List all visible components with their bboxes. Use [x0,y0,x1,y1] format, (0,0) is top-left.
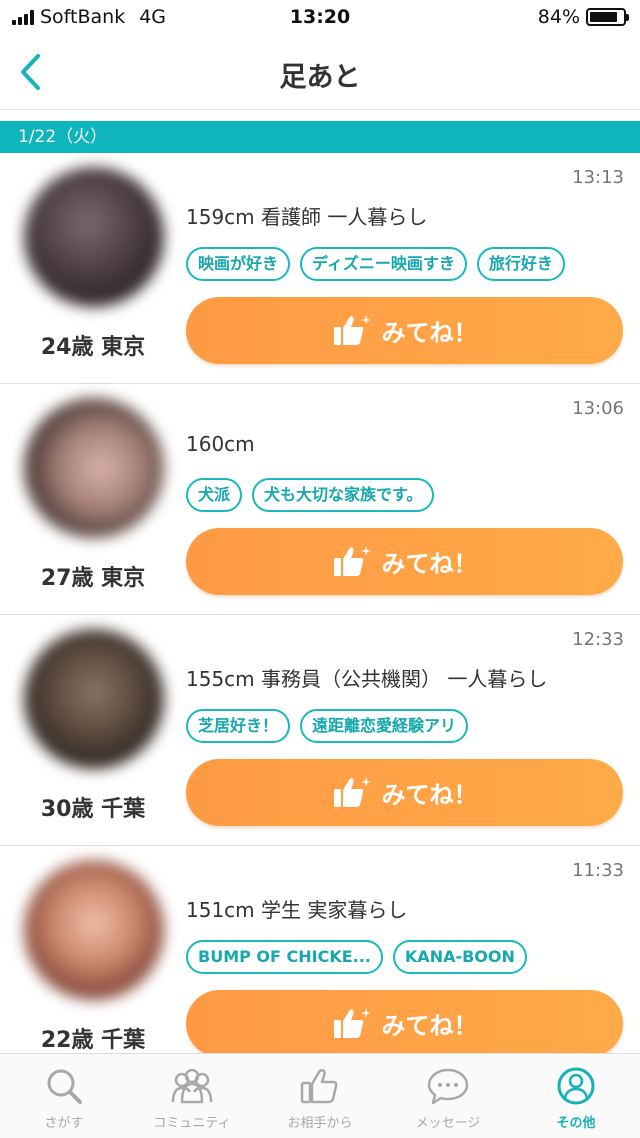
nav-bar: 足あと [0,36,640,110]
age-location: 30歳 千葉 [40,797,146,822]
status-bar: SoftBank 4G 13:20 84% [0,0,640,36]
page-title: 足あと [279,62,361,93]
visit-time: 13:13 [572,167,624,188]
profile-summary: 160cm [186,432,255,456]
age-location: 22歳 千葉 [40,1028,146,1053]
tab-community[interactable]: コミュニティ [128,1054,256,1138]
interest-tag: 映画が好き [186,247,291,281]
tab-messages[interactable]: メッセージ [384,1054,512,1138]
tag-list: 犬派 犬も大切な家族です。 [186,478,435,512]
avatar[interactable] [24,167,164,307]
like-button[interactable]: みてね！ [186,297,623,364]
footprint-card[interactable]: 13:06 160cm 犬派 犬も大切な家族です。 みてね！ 27歳 東京 [0,384,640,615]
avatar[interactable] [24,398,164,538]
thumbs-up-sparkle-icon [333,1007,371,1038]
thumbs-up-sparkle-icon [333,776,371,807]
interest-tag: ディズニー映画すき [300,247,467,281]
tag-list: 映画が好き ディズニー映画すき 旅行好き [186,247,565,281]
like-label: みてね！ [381,781,478,809]
like-button[interactable]: みてね！ [186,759,623,826]
tab-label: お相手から [287,1116,353,1131]
tag-list: BUMP OF CHICKE... KANA-BOON [186,940,527,974]
message-icon [427,1068,469,1105]
tab-bar: さがす コミュニティ お相手から メッセージ その他 [0,1053,640,1138]
thumbs-up-sparkle-icon [333,314,371,345]
profile-summary: 155cm 事務員（公共機関） 一人暮らし [186,667,548,691]
interest-tag: 芝居好き！ [186,709,291,743]
footprint-card[interactable]: 12:33 155cm 事務員（公共機関） 一人暮らし 芝居好き！ 遠距離恋愛経… [0,615,640,846]
profile-icon [557,1067,595,1105]
interest-tag: 旅行好き [476,247,565,281]
community-icon [171,1068,213,1104]
like-label: みてね！ [381,550,478,578]
tab-search[interactable]: さがす [0,1054,128,1138]
status-right: 84% [537,6,629,28]
visit-time: 13:06 [572,398,624,419]
interest-tag: BUMP OF CHICKE... [186,940,383,974]
interest-tag: KANA-BOON [392,940,527,974]
avatar[interactable] [24,629,164,769]
tab-likes-received[interactable]: お相手から [256,1054,384,1138]
date-header: 1/22（火） [0,121,640,153]
interest-tag: 犬も大切な家族です。 [252,478,435,512]
battery-icon [586,8,629,26]
interest-tag: 遠距離恋愛経験アリ [300,709,469,743]
tab-other[interactable]: その他 [512,1054,640,1138]
like-button[interactable]: みてね！ [186,528,623,595]
age-location: 24歳 東京 [40,335,146,360]
tab-label: さがす [44,1116,84,1131]
battery-percent: 84% [537,6,580,28]
visit-time: 12:33 [572,629,624,650]
profile-summary: 159cm 看護師 一人暮らし [186,205,428,229]
like-label: みてね！ [381,1012,478,1040]
footprint-card[interactable]: 11:33 151cm 学生 実家暮らし BUMP OF CHICKE... K… [0,846,640,1053]
footprint-list: 13:13 159cm 看護師 一人暮らし 映画が好き ディズニー映画すき 旅行… [0,153,640,1053]
tag-list: 芝居好き！ 遠距離恋愛経験アリ [186,709,469,743]
like-label: みてね！ [381,319,478,347]
thumbs-up-sparkle-icon [333,545,371,576]
visit-time: 11:33 [572,860,624,881]
tab-label: コミュニティ [153,1116,231,1131]
tab-label: その他 [556,1116,596,1131]
avatar[interactable] [24,860,164,1000]
footprint-card[interactable]: 13:13 159cm 看護師 一人暮らし 映画が好き ディズニー映画すき 旅行… [0,153,640,384]
tab-label: メッセージ [415,1116,481,1131]
age-location: 27歳 東京 [40,566,146,591]
search-icon [47,1069,82,1104]
like-button[interactable]: みてね！ [186,990,623,1053]
profile-summary: 151cm 学生 実家暮らし [186,898,408,922]
thumbs-up-icon [300,1068,338,1104]
interest-tag: 犬派 [186,478,243,512]
